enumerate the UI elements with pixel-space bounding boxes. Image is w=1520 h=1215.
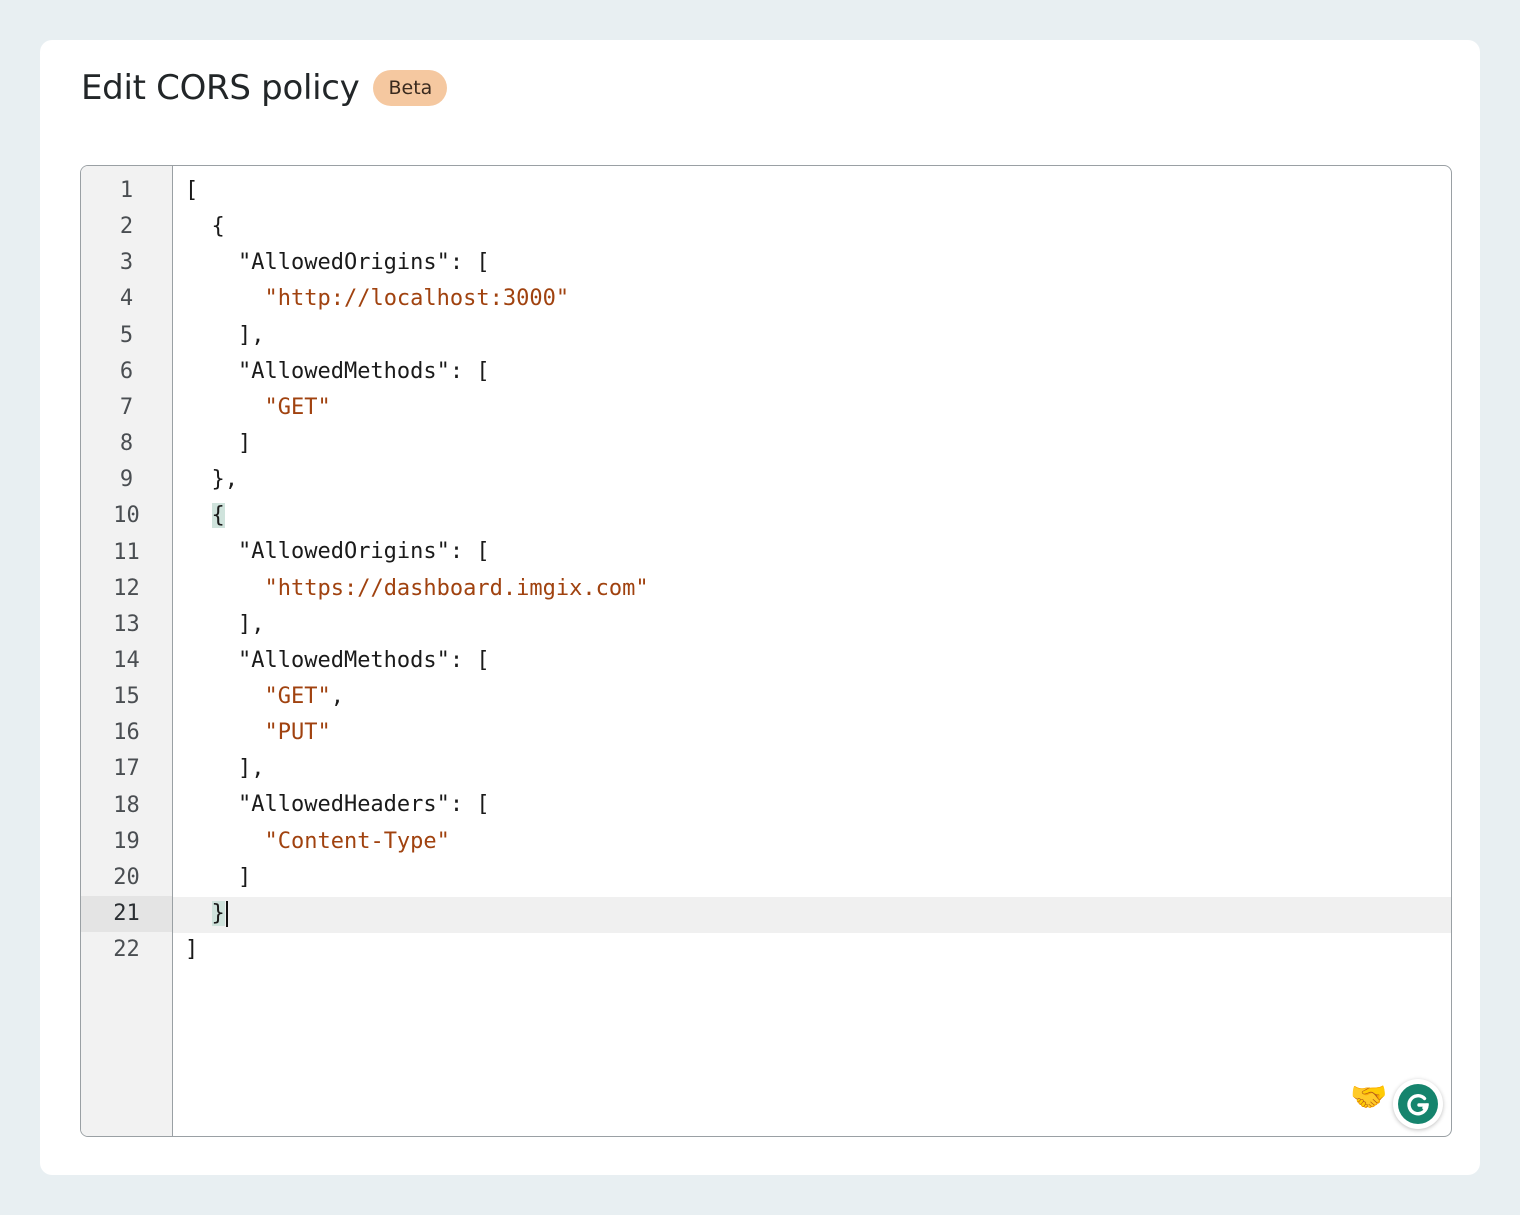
code-line[interactable]: }, bbox=[185, 462, 1451, 498]
code-line[interactable]: ], bbox=[185, 751, 1451, 787]
code-line[interactable]: "AllowedMethods": [ bbox=[185, 643, 1451, 679]
bracket-match-open: { bbox=[211, 503, 225, 529]
line-number: 15 bbox=[113, 684, 140, 710]
grammarly-g-icon bbox=[1398, 1084, 1438, 1124]
line-number: 10 bbox=[113, 503, 140, 529]
line-number: 17 bbox=[113, 756, 140, 782]
page-header: Edit CORS policy Beta bbox=[81, 64, 448, 112]
line-number: 21 bbox=[81, 896, 172, 932]
code-line[interactable]: "AllowedOrigins": [ bbox=[185, 534, 1451, 570]
line-number: 8 bbox=[119, 431, 134, 457]
code-line[interactable]: [ bbox=[185, 173, 1451, 209]
line-number: 16 bbox=[113, 720, 140, 746]
handshake-icon[interactable]: 🤝 bbox=[1349, 1078, 1389, 1118]
code-line[interactable]: "http://localhost:3000" bbox=[185, 281, 1451, 317]
line-number: 19 bbox=[113, 828, 140, 854]
code-content[interactable]: [ { "AllowedOrigins": [ "http://localhos… bbox=[185, 173, 1451, 968]
code-line[interactable]: ] bbox=[185, 932, 1451, 968]
code-line[interactable]: "https://dashboard.imgix.com" bbox=[185, 571, 1451, 607]
line-number: 11 bbox=[113, 539, 140, 565]
code-line[interactable]: "GET", bbox=[185, 679, 1451, 715]
line-number: 5 bbox=[119, 322, 134, 348]
cors-json-editor[interactable]: 1 2 3 4 5 6 7 8 9 10 11 12 13 14 15 16 17 18 19 20 21 22 [ { … bbox=[80, 165, 1452, 1137]
line-number: 4 bbox=[119, 286, 134, 312]
code-line[interactable]: ] bbox=[185, 860, 1451, 896]
code-line[interactable]: "Content-Type" bbox=[185, 824, 1451, 860]
line-number: 9 bbox=[119, 467, 134, 493]
code-line[interactable]: ] bbox=[185, 426, 1451, 462]
line-number: 18 bbox=[113, 792, 140, 818]
grammarly-button[interactable] bbox=[1393, 1079, 1443, 1129]
line-number: 3 bbox=[119, 250, 134, 276]
code-line[interactable]: { bbox=[185, 498, 1451, 534]
page-title: Edit CORS policy bbox=[81, 68, 360, 108]
code-line[interactable]: ], bbox=[185, 318, 1451, 354]
code-line[interactable]: "AllowedHeaders": [ bbox=[185, 787, 1451, 823]
code-line[interactable]: { bbox=[185, 209, 1451, 245]
text-cursor bbox=[225, 900, 228, 927]
cors-policy-card: Edit CORS policy Beta 1 2 3 4 5 6 7 8 9 10 11 12 13 1… bbox=[40, 40, 1480, 1175]
line-number: 14 bbox=[113, 647, 140, 673]
code-line[interactable]: "PUT" bbox=[185, 715, 1451, 751]
code-line[interactable]: "GET" bbox=[185, 390, 1451, 426]
line-number: 20 bbox=[113, 864, 140, 890]
line-number: 1 bbox=[119, 178, 134, 203]
line-number: 7 bbox=[119, 394, 134, 420]
line-number-gutter: 1 2 3 4 5 6 7 8 9 10 11 12 13 14 15 16 17 18 19 20 21 22 bbox=[81, 166, 173, 1136]
bracket-match-close: } bbox=[211, 900, 225, 926]
beta-badge: Beta bbox=[373, 70, 448, 106]
line-number: 13 bbox=[113, 611, 140, 637]
code-line[interactable]: "AllowedMethods": [ bbox=[185, 354, 1451, 390]
code-line[interactable]: } bbox=[185, 896, 1451, 932]
code-line[interactable]: "AllowedOrigins": [ bbox=[185, 245, 1451, 281]
line-number: 6 bbox=[119, 358, 134, 384]
line-number: 22 bbox=[113, 937, 140, 963]
line-number: 12 bbox=[113, 575, 140, 601]
code-line[interactable]: ], bbox=[185, 607, 1451, 643]
line-number: 2 bbox=[119, 214, 134, 240]
